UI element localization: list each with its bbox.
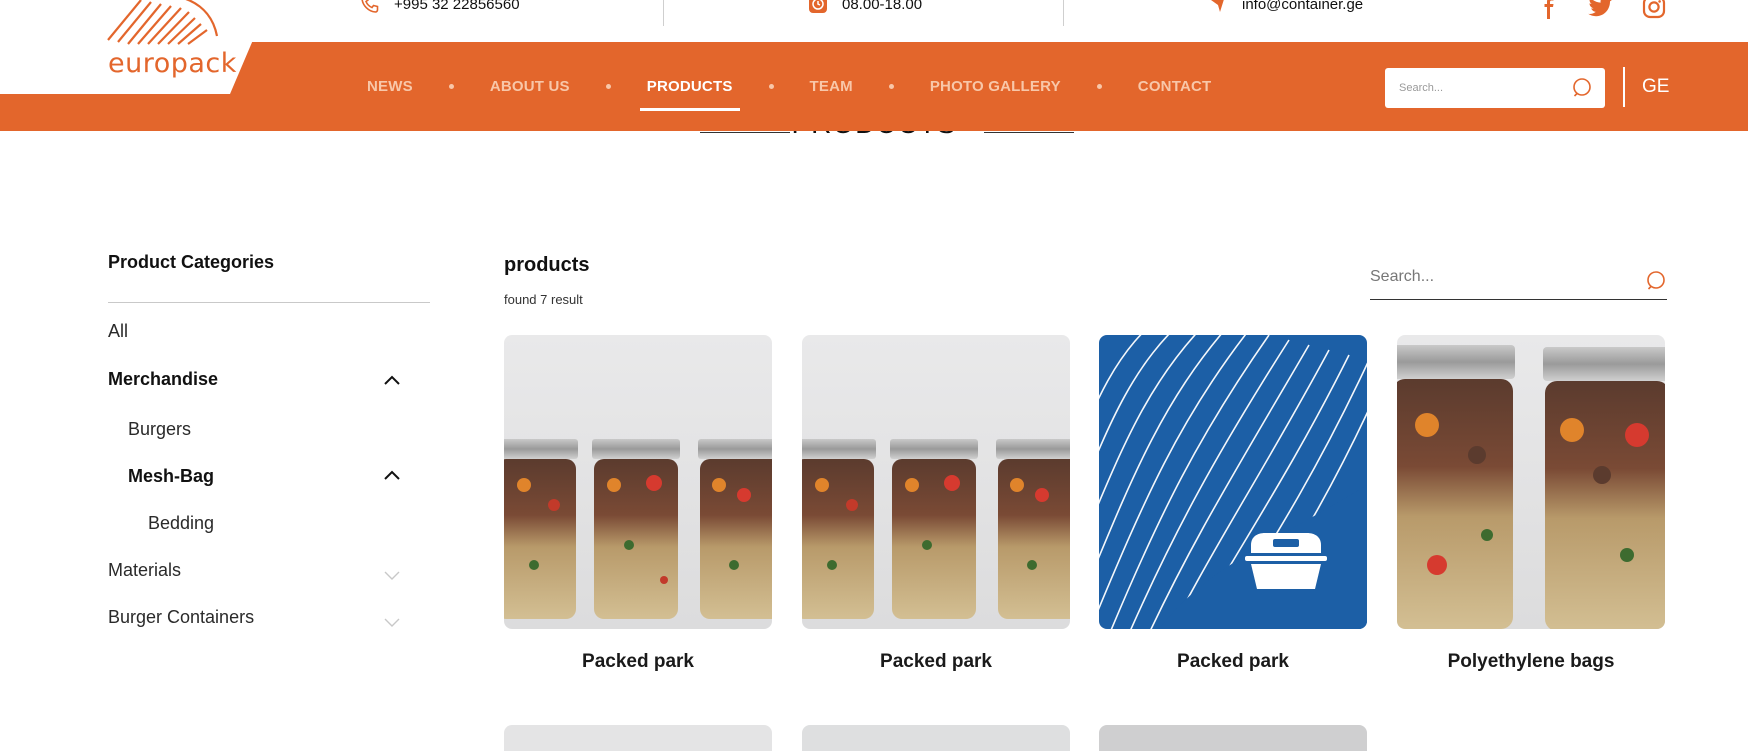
nav-item-contact[interactable]: CONTACT bbox=[1131, 42, 1219, 131]
logo-wordmark: europack bbox=[108, 48, 237, 79]
email-address: info@container.ge bbox=[1242, 0, 1364, 13]
phone-icon bbox=[361, 0, 379, 13]
nav-separator-dot bbox=[605, 84, 611, 89]
search-icon[interactable] bbox=[1645, 270, 1667, 292]
chevron-down-icon[interactable] bbox=[383, 569, 401, 581]
search-icon[interactable] bbox=[1571, 77, 1593, 99]
chevron-down-icon[interactable] bbox=[383, 616, 401, 628]
divider bbox=[1063, 0, 1064, 26]
products-title: products bbox=[504, 254, 590, 276]
working-hours: 08.00-18.00 bbox=[808, 0, 922, 14]
product-card[interactable] bbox=[504, 725, 772, 751]
location-pin-icon bbox=[1211, 0, 1224, 12]
category-bedding[interactable]: Bedding bbox=[148, 513, 214, 534]
category-all[interactable]: All bbox=[108, 321, 128, 342]
category-sidebar: Product Categories All Merchandise Burge… bbox=[108, 252, 430, 627]
nav-item-photo-gallery[interactable]: PHOTO GALLERY bbox=[923, 42, 1068, 131]
header-search-input[interactable] bbox=[1385, 68, 1565, 108]
clock-icon bbox=[809, 0, 827, 13]
twitter-icon[interactable] bbox=[1586, 0, 1616, 20]
product-card[interactable]: Packed park bbox=[504, 335, 772, 673]
category-burger-containers[interactable]: Burger Containers bbox=[108, 607, 254, 628]
nav-separator-dot bbox=[888, 84, 894, 89]
chevron-up-icon[interactable] bbox=[383, 469, 401, 481]
product-card[interactable]: Packed park bbox=[802, 335, 1070, 673]
logo[interactable]: europack bbox=[0, 0, 270, 94]
category-burgers[interactable]: Burgers bbox=[128, 419, 191, 440]
sidebar-title: Product Categories bbox=[108, 252, 275, 272]
product-image-jars[interactable] bbox=[802, 335, 1070, 629]
results-count: found 7 result bbox=[504, 292, 583, 307]
product-card[interactable] bbox=[1099, 725, 1367, 751]
divider bbox=[663, 0, 664, 26]
products-search bbox=[1370, 260, 1667, 300]
product-card[interactable]: Polyethylene bags bbox=[1397, 335, 1665, 673]
category-mesh-bag[interactable]: Mesh-Bag bbox=[128, 466, 214, 487]
europack-logo-mark-icon bbox=[107, 0, 219, 45]
email-contact[interactable]: info@container.ge bbox=[1208, 0, 1363, 14]
nav-separator-dot bbox=[448, 84, 454, 89]
product-image-jars-closeup[interactable] bbox=[1397, 335, 1665, 629]
phone-number: +995 32 22856560 bbox=[394, 0, 520, 13]
product-card[interactable]: Packed park bbox=[1099, 335, 1367, 673]
header-search bbox=[1385, 68, 1605, 108]
nav-item-news[interactable]: NEWS bbox=[360, 42, 420, 131]
divider bbox=[108, 302, 430, 303]
food-container-icon bbox=[1245, 533, 1327, 589]
nav-item-products[interactable]: PRODUCTS bbox=[639, 42, 740, 131]
product-name[interactable]: Polyethylene bags bbox=[1397, 651, 1665, 673]
language-switcher[interactable]: GE bbox=[1642, 76, 1669, 98]
category-merchandise[interactable]: Merchandise bbox=[108, 369, 218, 390]
hours-text: 08.00-18.00 bbox=[842, 0, 923, 13]
products-search-input[interactable] bbox=[1370, 260, 1620, 294]
product-image-jars[interactable] bbox=[504, 335, 772, 629]
divider bbox=[1623, 67, 1625, 107]
phone-contact[interactable]: +995 32 22856560 bbox=[360, 0, 520, 14]
chevron-up-icon[interactable] bbox=[383, 374, 401, 386]
social-links bbox=[1536, 0, 1666, 20]
product-card[interactable] bbox=[802, 725, 1070, 751]
nav-separator-dot bbox=[768, 84, 774, 89]
facebook-icon[interactable] bbox=[1536, 0, 1560, 19]
product-name[interactable]: Packed park bbox=[504, 651, 772, 673]
product-name[interactable]: Packed park bbox=[1099, 651, 1367, 673]
nav-item-about-us[interactable]: ABOUT US bbox=[483, 42, 577, 131]
category-materials[interactable]: Materials bbox=[108, 560, 181, 581]
product-name[interactable]: Packed park bbox=[802, 651, 1070, 673]
main-nav: NEWS ABOUT US PRODUCTS TEAM PHOTO GALLER… bbox=[360, 42, 1218, 131]
instagram-icon[interactable] bbox=[1642, 0, 1666, 19]
product-image-container-graphic[interactable] bbox=[1099, 335, 1367, 629]
nav-item-team[interactable]: TEAM bbox=[803, 42, 860, 131]
nav-separator-dot bbox=[1096, 84, 1102, 89]
